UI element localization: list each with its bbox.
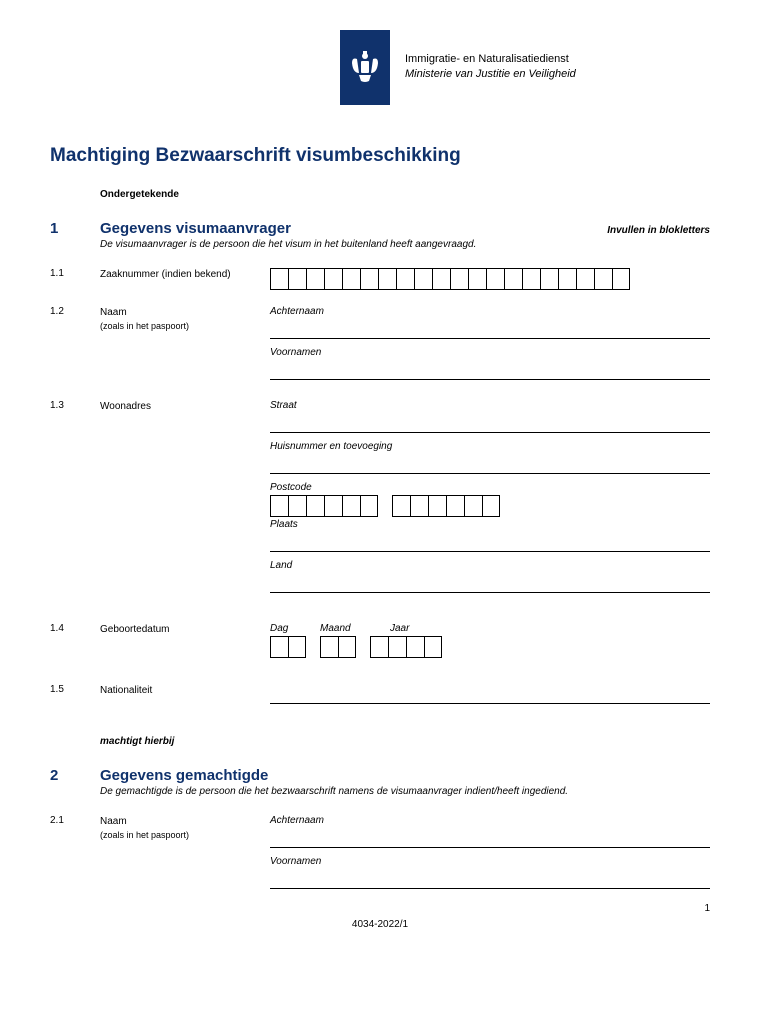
government-logo-icon <box>340 30 390 105</box>
section-2-header: 2 Gegevens gemachtigde <box>50 767 710 784</box>
city-input[interactable] <box>270 532 710 552</box>
firstnames-label: Voornamen <box>270 347 710 358</box>
field-1-4: 1.4 Geboortedatum Dag Maand Jaar <box>50 623 710 662</box>
page-footer: 1 4034-2022/1 <box>50 919 710 930</box>
coat-of-arms-icon <box>347 43 383 93</box>
city-label: Plaats <box>270 519 710 530</box>
page-number: 1 <box>704 903 710 914</box>
surname-label-2: Achternaam <box>270 815 710 826</box>
section-number: 2 <box>50 767 100 784</box>
field-1-5: 1.5 Nationaliteit <box>50 684 710 712</box>
field-1-3: 1.3 Woonadres Straat Huisnummer en toevo… <box>50 400 710 601</box>
field-number: 1.4 <box>50 623 100 634</box>
firstnames-label-2: Voornamen <box>270 856 710 867</box>
organization-name: Immigratie- en Naturalisatiedienst Minis… <box>405 30 576 83</box>
section-title: Gegevens gemachtigde <box>100 767 710 784</box>
field-number: 2.1 <box>50 815 100 826</box>
postcode-label: Postcode <box>270 482 710 493</box>
dob-labels: Dag Maand Jaar <box>270 623 710 634</box>
postcode-input[interactable] <box>270 495 710 517</box>
form-page: Immigratie- en Naturalisatiedienst Minis… <box>0 0 770 960</box>
field-label: Zaaknummer (indien bekend) <box>100 268 270 282</box>
nationality-input[interactable] <box>270 684 710 704</box>
street-input[interactable] <box>270 413 710 433</box>
firstnames-input[interactable] <box>270 360 710 380</box>
field-number: 1.3 <box>50 400 100 411</box>
firstnames-input-2[interactable] <box>270 869 710 889</box>
field-label: Naam (zoals in het paspoort) <box>100 815 270 843</box>
section-hint: Invullen in blokletters <box>607 225 710 236</box>
street-label: Straat <box>270 400 710 411</box>
org-line-1: Immigratie- en Naturalisatiedienst <box>405 52 576 67</box>
authorizes-label: machtigt hierbij <box>100 736 710 747</box>
country-label: Land <box>270 560 710 571</box>
field-number: 1.5 <box>50 684 100 695</box>
section-title: Gegevens visumaanvrager <box>100 220 607 237</box>
field-number: 1.1 <box>50 268 100 279</box>
country-input[interactable] <box>270 573 710 593</box>
section-1-header: 1 Gegevens visumaanvrager Invullen in bl… <box>50 220 710 237</box>
housenumber-label: Huisnummer en toevoeging <box>270 441 710 452</box>
field-label: Naam (zoals in het paspoort) <box>100 306 270 334</box>
field-1-2: 1.2 Naam (zoals in het paspoort) Achtern… <box>50 306 710 388</box>
page-title: Machtiging Bezwaarschrift visumbeschikki… <box>50 145 710 167</box>
form-reference: 4034-2022/1 <box>352 919 408 930</box>
dob-input[interactable] <box>270 636 710 658</box>
housenumber-input[interactable] <box>270 454 710 474</box>
surname-input-2[interactable] <box>270 828 710 848</box>
field-2-1: 2.1 Naam (zoals in het paspoort) Achtern… <box>50 815 710 889</box>
field-label: Geboortedatum <box>100 623 270 637</box>
section-2-description: De gemachtigde is de persoon die het bez… <box>100 786 710 797</box>
field-label: Woonadres <box>100 400 270 414</box>
field-number: 1.2 <box>50 306 100 317</box>
field-label: Nationaliteit <box>100 684 270 698</box>
section-number: 1 <box>50 220 100 237</box>
header: Immigratie- en Naturalisatiedienst Minis… <box>340 30 710 105</box>
section-1-description: De visumaanvrager is de persoon die het … <box>100 239 710 250</box>
field-1-1: 1.1 Zaaknummer (indien bekend) <box>50 268 710 294</box>
surname-input[interactable] <box>270 319 710 339</box>
org-line-2: Ministerie van Justitie en Veiligheid <box>405 67 576 82</box>
case-number-input[interactable] <box>270 268 710 290</box>
surname-label: Achternaam <box>270 306 710 317</box>
preamble-label: Ondergetekende <box>100 189 710 200</box>
